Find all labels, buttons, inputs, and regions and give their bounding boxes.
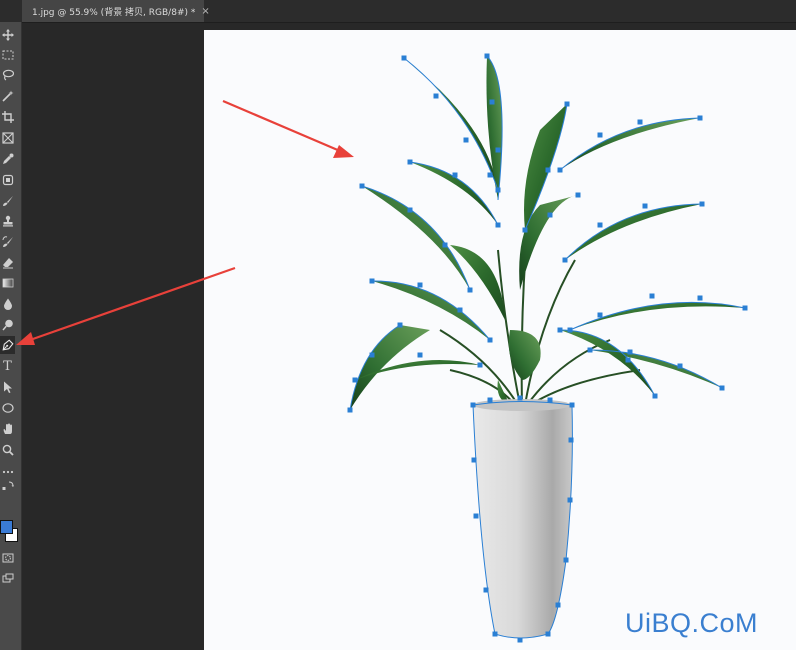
watermark: UiBQ.CoM [625,608,759,638]
annotation-arrow-pen-tool [16,266,236,345]
foreground-color-swatch[interactable] [0,520,13,534]
annotation-arrow-top [222,99,354,158]
annotation-layer [16,99,354,345]
